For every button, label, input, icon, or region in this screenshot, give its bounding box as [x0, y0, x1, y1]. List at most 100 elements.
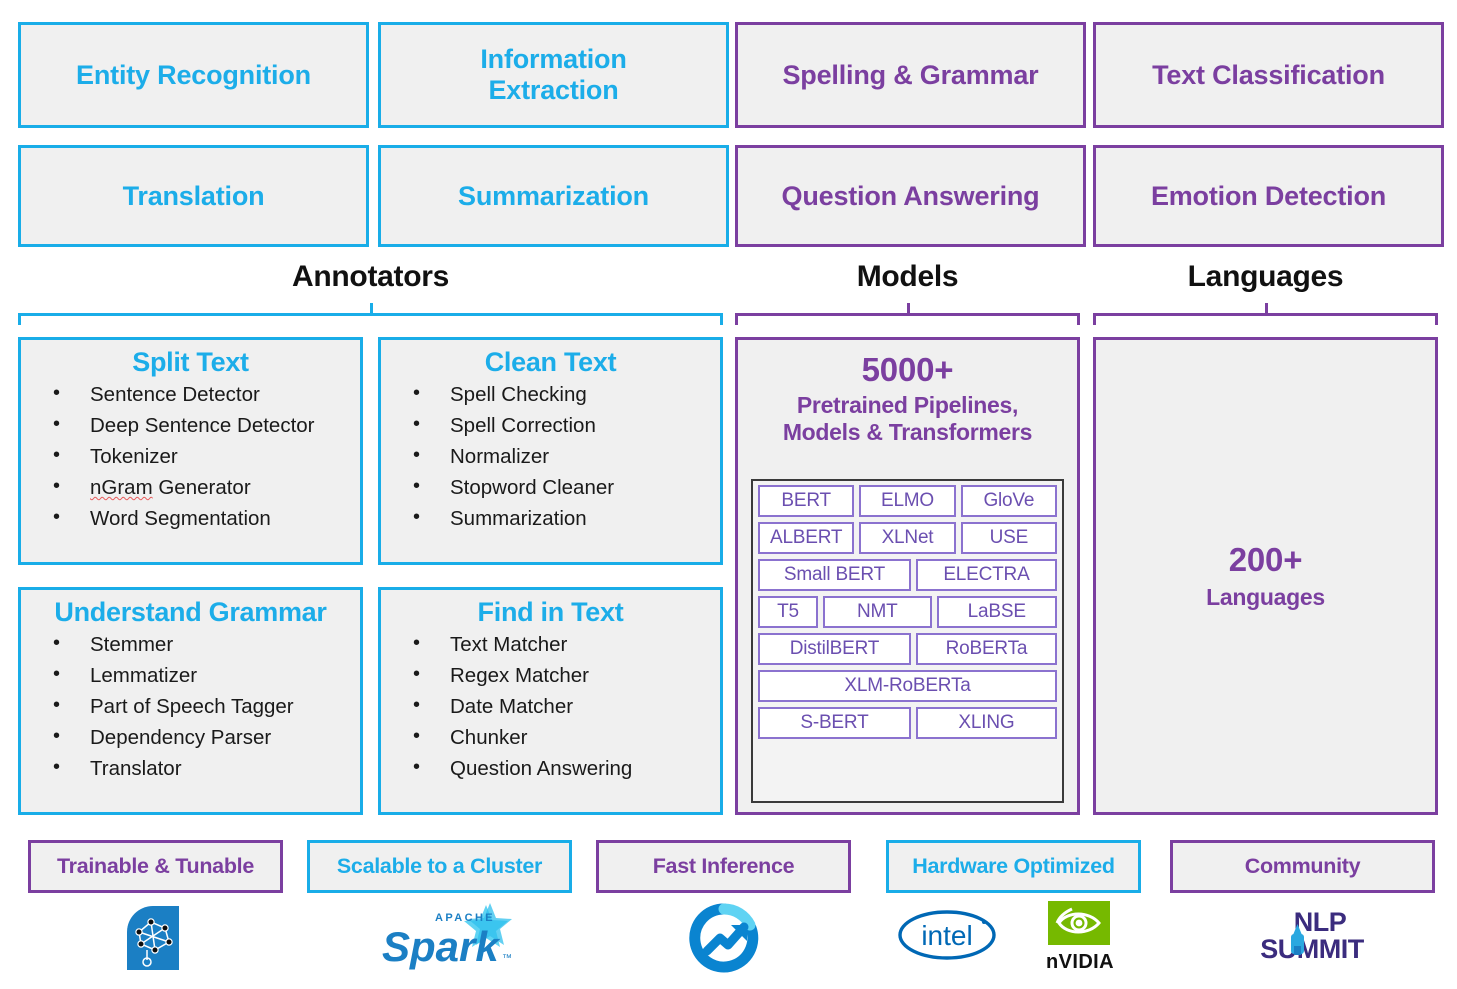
model-chip-nmt[interactable]: NMT [823, 596, 932, 628]
task-box-summarization[interactable]: Summarization [378, 145, 729, 247]
chip-row: T5 NMT LaBSE [758, 596, 1057, 628]
logo-slot-apache-spark: APACHE Spark ™ [368, 898, 518, 978]
nlp-summit-line1: NLP [1294, 907, 1347, 937]
list-item: Sentence Detector [47, 378, 360, 410]
list-item: nGram Generator [47, 471, 360, 503]
models-subtitle: Pretrained Pipelines, Models & Transform… [738, 392, 1077, 446]
list-item: Text Matcher [407, 628, 720, 660]
list-item: Stopword Cleaner [407, 471, 720, 503]
model-chip-roberta[interactable]: RoBERTa [915, 633, 1057, 665]
bracket-center-tick [906, 303, 910, 313]
bracket-models [735, 303, 1080, 328]
badge-hardware-optimized[interactable]: Hardware Optimized [886, 840, 1141, 893]
misspelled-word: nGram [90, 476, 153, 499]
apache-spark-tm: ™ [502, 953, 512, 964]
spark-nlp-brain-logo [127, 906, 179, 970]
intel-logo: intel [898, 910, 996, 960]
list-item: Spell Checking [407, 378, 720, 410]
fast-inference-speed-logo [689, 903, 759, 973]
list-item-rest: Generator [152, 476, 251, 499]
bracket-annotators [18, 303, 723, 328]
model-chip-elmo[interactable]: ELMO [859, 485, 956, 517]
list-item: Summarization [407, 502, 720, 534]
languages-panel[interactable]: 200+ Languages [1093, 337, 1438, 815]
model-chip-small-bert[interactable]: Small BERT [758, 559, 911, 591]
logo-slot-spark-nlp [118, 900, 192, 976]
task-box-emotion-detection[interactable]: Emotion Detection [1093, 145, 1444, 247]
intel-wordmark: intel [921, 920, 972, 951]
logo-slot-fast-inference [688, 900, 760, 976]
list-item: Translator [47, 752, 360, 784]
languages-label: Languages [1206, 584, 1325, 610]
list-item: Deep Sentence Detector [47, 409, 360, 441]
group-title: Understand Grammar [54, 597, 327, 627]
badge-scalable-to-a-cluster[interactable]: Scalable to a Cluster [307, 840, 572, 893]
task-box-text-classification[interactable]: Text Classification [1093, 22, 1444, 128]
model-chip-s-bert[interactable]: S-BERT [758, 707, 911, 739]
annotator-group-clean-text[interactable]: Clean Text Spell Checking Spell Correcti… [378, 337, 723, 565]
model-chip-albert[interactable]: ALBERT [758, 522, 855, 554]
task-label: Emotion Detection [1150, 180, 1387, 211]
bracket-languages [1093, 303, 1438, 328]
model-chip-bert[interactable]: BERT [758, 485, 855, 517]
task-box-information-extraction[interactable]: Information Extraction [378, 22, 729, 128]
models-panel[interactable]: 5000+ Pretrained Pipelines, Models & Tra… [735, 337, 1080, 815]
list-item: Word Segmentation [47, 502, 360, 534]
model-chip-use[interactable]: USE [960, 522, 1057, 554]
languages-count: 200+ [1228, 541, 1303, 578]
task-box-translation[interactable]: Translation [18, 145, 369, 247]
bracket-left-tick [735, 313, 738, 325]
logo-slot-intel: intel [895, 905, 1000, 965]
group-item-list: Text Matcher Regex Matcher Date Matcher … [381, 628, 720, 784]
nlp-summit-logo: NLP SUMMIT [1260, 907, 1365, 964]
task-box-question-answering[interactable]: Question Answering [735, 145, 1086, 247]
badge-label: Trainable & Tunable [57, 854, 254, 878]
chip-row: Small BERT ELECTRA [758, 559, 1057, 591]
task-label: Question Answering [781, 180, 1040, 211]
list-item: Normalizer [407, 440, 720, 472]
model-chip-xlm-roberta[interactable]: XLM-RoBERTa [758, 670, 1057, 702]
intel-registered-mark [982, 920, 986, 924]
annotator-group-split-text[interactable]: Split Text Sentence Detector Deep Senten… [18, 337, 363, 565]
section-title-models: Models [856, 260, 959, 293]
bracket-left-tick [1093, 313, 1096, 325]
model-chip-glove[interactable]: GloVe [960, 485, 1057, 517]
list-item: Date Matcher [407, 690, 720, 722]
group-item-list: Stemmer Lemmatizer Part of Speech Tagger… [21, 628, 360, 784]
task-label: Summarization [458, 180, 649, 211]
apache-spark-logo: APACHE Spark ™ [382, 903, 512, 970]
chip-row: DistilBERT RoBERTa [758, 633, 1057, 665]
badge-fast-inference[interactable]: Fast Inference [596, 840, 851, 893]
bracket-bar [18, 313, 723, 316]
model-chip-labse[interactable]: LaBSE [936, 596, 1057, 628]
list-item: Question Answering [407, 752, 720, 784]
task-label: Translation [122, 180, 265, 211]
list-item: Tokenizer [47, 440, 360, 472]
list-item: Stemmer [47, 628, 360, 660]
bracket-right-tick [1077, 313, 1080, 325]
chip-row: XLM-RoBERTa [758, 670, 1057, 702]
badge-community[interactable]: Community [1170, 840, 1435, 893]
list-item: Chunker [407, 721, 720, 753]
apache-spark-wordmark: Spark [382, 923, 501, 970]
group-title: Clean Text [484, 347, 617, 377]
task-label: Text Classification [1152, 59, 1385, 90]
list-item: Dependency Parser [47, 721, 360, 753]
annotator-group-find-in-text[interactable]: Find in Text Text Matcher Regex Matcher … [378, 587, 723, 815]
task-box-spelling-grammar[interactable]: Spelling & Grammar [735, 22, 1086, 128]
section-title-languages: Languages [1187, 260, 1344, 293]
bracket-right-tick [720, 313, 723, 325]
model-chip-xlnet[interactable]: XLNet [859, 522, 956, 554]
badge-trainable-tunable[interactable]: Trainable & Tunable [28, 840, 283, 893]
chip-row: ALBERT XLNet USE [758, 522, 1057, 554]
task-box-entity-recognition[interactable]: Entity Recognition [18, 22, 369, 128]
annotator-group-understand-grammar[interactable]: Understand Grammar Stemmer Lemmatizer Pa… [18, 587, 363, 815]
section-title-annotators: Annotators [292, 260, 449, 293]
model-chip-t5[interactable]: T5 [758, 596, 818, 628]
model-chip-distilbert[interactable]: DistilBERT [758, 633, 911, 665]
group-title: Find in Text [477, 597, 624, 627]
chip-row: S-BERT XLING [758, 707, 1057, 739]
list-item: Lemmatizer [47, 659, 360, 691]
model-chip-xling[interactable]: XLING [915, 707, 1057, 739]
model-chip-electra[interactable]: ELECTRA [915, 559, 1057, 591]
